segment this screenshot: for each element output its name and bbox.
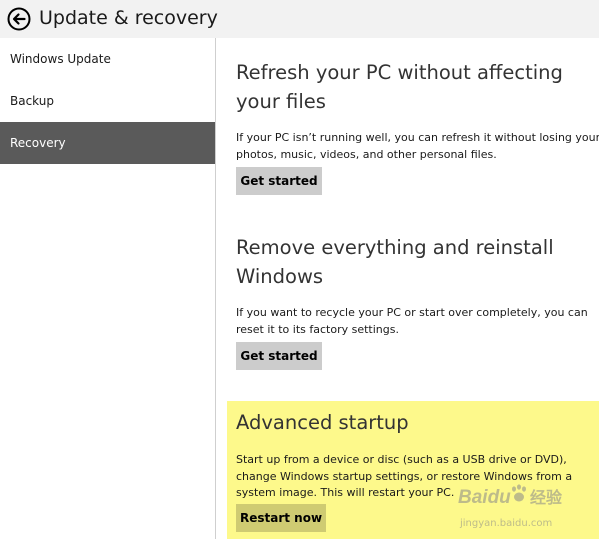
sidebar-item-label: Backup	[10, 94, 54, 108]
remove-everything-title: Remove everything and reinstall Windows	[236, 236, 554, 288]
sidebar-item-label: Recovery	[10, 136, 66, 150]
back-button[interactable]	[7, 7, 31, 31]
restart-now-button[interactable]: Restart now	[236, 504, 326, 532]
sidebar-item-windows-update[interactable]: Windows Update	[0, 38, 215, 80]
header-bar: Update & recovery	[0, 0, 599, 38]
back-arrow-icon	[7, 7, 31, 31]
refresh-pc-title: Refresh your PC without affecting your f…	[236, 61, 563, 113]
page-title: Update & recovery	[39, 7, 218, 29]
sidebar-item-backup[interactable]: Backup	[0, 80, 215, 122]
advanced-startup-description: Start up from a device or disc (such as …	[236, 453, 573, 499]
reset-get-started-button[interactable]: Get started	[236, 342, 322, 370]
sidebar-item-label: Windows Update	[10, 52, 111, 66]
sidebar: Windows Update Backup Recovery	[0, 38, 215, 539]
main-content: Refresh your PC without affecting your f…	[216, 38, 599, 539]
refresh-get-started-button[interactable]: Get started	[236, 167, 322, 195]
settings-window: Update & recovery Windows Update Backup …	[0, 0, 599, 539]
refresh-pc-description: If your PC isn’t running well, you can r…	[236, 131, 599, 161]
sidebar-item-recovery[interactable]: Recovery	[0, 122, 215, 164]
remove-everything-description: If you want to recycle your PC or start …	[236, 306, 588, 336]
advanced-startup-title: Advanced startup	[236, 411, 409, 434]
